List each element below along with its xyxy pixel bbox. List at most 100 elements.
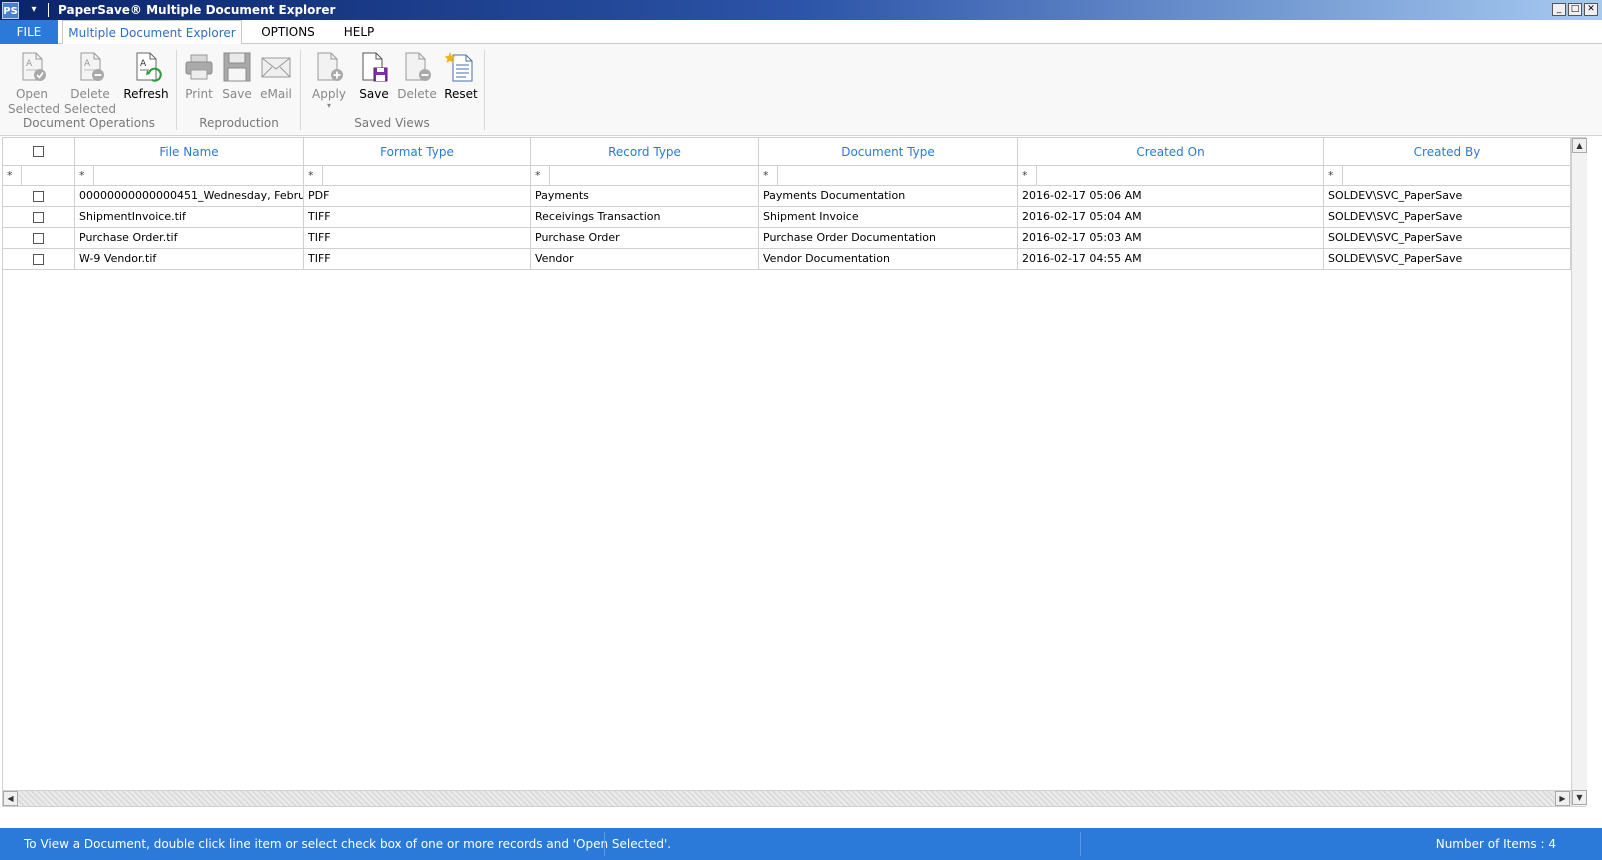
cell-format-type[interactable]: TIFF bbox=[304, 207, 531, 228]
cell-created-on[interactable]: 2016-02-17 04:55 AM bbox=[1018, 249, 1324, 270]
apply-view-label: Apply bbox=[312, 87, 346, 101]
row-checkbox[interactable] bbox=[33, 233, 44, 244]
row-select-cell bbox=[3, 207, 75, 228]
row-checkbox[interactable] bbox=[33, 212, 44, 223]
table-row[interactable]: W-9 Vendor.tif TIFF Vendor Vendor Docume… bbox=[3, 249, 1587, 270]
open-document-icon: A bbox=[22, 52, 46, 81]
filter-file-name-input[interactable] bbox=[93, 166, 303, 185]
cell-document-type[interactable]: Payments Documentation bbox=[759, 186, 1018, 207]
save-reproduction-button[interactable]: Save bbox=[218, 48, 256, 102]
tab-options[interactable]: OPTIONS bbox=[250, 20, 326, 44]
refresh-button[interactable]: A Refresh bbox=[122, 48, 170, 102]
cell-file-name[interactable]: 00000000000000451_Wednesday, February 17 bbox=[75, 186, 304, 207]
save-reproduction-label: Save bbox=[222, 87, 252, 101]
cell-format-type[interactable]: TIFF bbox=[304, 249, 531, 270]
column-header-record-type[interactable]: Record Type bbox=[531, 138, 759, 166]
cell-created-on[interactable]: 2016-02-17 05:06 AM bbox=[1018, 186, 1324, 207]
cell-record-type[interactable]: Receivings Transaction bbox=[531, 207, 759, 228]
row-select-cell bbox=[3, 186, 75, 207]
save-view-icon bbox=[362, 52, 388, 82]
filter-created-on-input[interactable] bbox=[1036, 166, 1323, 185]
cell-record-type[interactable]: Payments bbox=[531, 186, 759, 207]
filter-record-type-input[interactable] bbox=[549, 166, 758, 185]
delete-view-button[interactable]: Delete bbox=[394, 48, 440, 102]
ribbon-tab-bar: FILE Multiple Document Explorer OPTIONS … bbox=[0, 20, 1602, 45]
status-bar: To View a Document, double click line it… bbox=[0, 828, 1602, 860]
scroll-left-icon[interactable]: ◀ bbox=[3, 791, 18, 806]
vertical-scrollbar[interactable]: ▲ ▼ bbox=[1571, 138, 1587, 806]
column-header-created-by[interactable]: Created By bbox=[1324, 138, 1571, 166]
cell-document-type[interactable]: Shipment Invoice bbox=[759, 207, 1018, 228]
cell-file-name[interactable]: W-9 Vendor.tif bbox=[75, 249, 304, 270]
reset-view-button[interactable]: Reset bbox=[440, 48, 482, 102]
save-view-button[interactable]: Save bbox=[354, 48, 394, 102]
cell-created-by[interactable]: SOLDEV\SVC_PaperSave bbox=[1324, 186, 1571, 207]
apply-view-button[interactable]: Apply ▾ bbox=[308, 48, 350, 110]
cell-record-type[interactable]: Vendor bbox=[531, 249, 759, 270]
grid-header-row: File Name Format Type Record Type Docume… bbox=[3, 138, 1587, 166]
cell-created-on[interactable]: 2016-02-17 05:04 AM bbox=[1018, 207, 1324, 228]
column-header-format-type[interactable]: Format Type bbox=[304, 138, 531, 166]
table-row[interactable]: ShipmentInvoice.tif TIFF Receivings Tran… bbox=[3, 207, 1587, 228]
scroll-right-icon[interactable]: ▶ bbox=[1555, 791, 1570, 806]
cell-created-by[interactable]: SOLDEV\SVC_PaperSave bbox=[1324, 228, 1571, 249]
scroll-down-icon[interactable]: ▼ bbox=[1572, 790, 1587, 805]
filter-created-by-input[interactable] bbox=[1342, 166, 1570, 185]
email-button[interactable]: eMail bbox=[255, 48, 297, 102]
select-all-checkbox[interactable] bbox=[33, 146, 44, 157]
cell-file-name[interactable]: Purchase Order.tif bbox=[75, 228, 304, 249]
status-separator bbox=[604, 832, 605, 856]
row-checkbox[interactable] bbox=[33, 191, 44, 202]
tab-file[interactable]: FILE bbox=[0, 20, 58, 44]
apply-dropdown-icon[interactable]: ▾ bbox=[308, 102, 350, 110]
delete-document-icon: A bbox=[80, 52, 104, 81]
column-header-created-on[interactable]: Created On bbox=[1018, 138, 1324, 166]
print-button[interactable]: Print bbox=[180, 48, 218, 102]
group-label-saved-views: Saved Views bbox=[354, 116, 430, 130]
ribbon: A Open Selected A Delete Selected A Refr… bbox=[0, 44, 1602, 136]
minimize-button[interactable]: _ bbox=[1552, 3, 1566, 16]
cell-record-type[interactable]: Purchase Order bbox=[531, 228, 759, 249]
print-label: Print bbox=[185, 87, 213, 101]
column-header-file-name[interactable]: File Name bbox=[75, 138, 304, 166]
reset-view-label: Reset bbox=[444, 87, 478, 101]
filter-document-type-input[interactable] bbox=[777, 166, 1017, 185]
cell-created-on[interactable]: 2016-02-17 05:03 AM bbox=[1018, 228, 1324, 249]
filter-star-icon: * bbox=[7, 169, 13, 182]
filter-cell-format-type: * bbox=[304, 166, 531, 186]
tab-multiple-document-explorer[interactable]: Multiple Document Explorer bbox=[62, 20, 242, 45]
filter-star-icon: * bbox=[1328, 169, 1334, 182]
delete-view-icon bbox=[405, 52, 431, 81]
cell-document-type[interactable]: Vendor Documentation bbox=[759, 249, 1018, 270]
filter-star-icon: * bbox=[535, 169, 541, 182]
maximize-button[interactable]: □ bbox=[1568, 3, 1582, 16]
filter-star-icon: * bbox=[1022, 169, 1028, 182]
open-selected-label-line1: Open bbox=[15, 87, 49, 101]
cell-format-type[interactable]: TIFF bbox=[304, 228, 531, 249]
select-all-header bbox=[3, 138, 75, 166]
cell-format-type[interactable]: PDF bbox=[304, 186, 531, 207]
row-checkbox[interactable] bbox=[33, 254, 44, 265]
delete-selected-button[interactable]: A Delete Selected bbox=[64, 48, 116, 117]
filter-cell-file-name: * bbox=[75, 166, 304, 186]
table-row[interactable]: Purchase Order.tif TIFF Purchase Order P… bbox=[3, 228, 1587, 249]
cell-created-by[interactable]: SOLDEV\SVC_PaperSave bbox=[1324, 207, 1571, 228]
tab-help[interactable]: HELP bbox=[332, 20, 386, 44]
filter-cell-created-on: * bbox=[1018, 166, 1324, 186]
cell-created-by[interactable]: SOLDEV\SVC_PaperSave bbox=[1324, 249, 1571, 270]
quick-access-dropdown-icon[interactable]: ▾ bbox=[26, 2, 42, 17]
table-row[interactable]: 00000000000000451_Wednesday, February 17… bbox=[3, 186, 1587, 207]
title-bar: PS ▾ PaperSave® Multiple Document Explor… bbox=[0, 0, 1602, 20]
cell-document-type[interactable]: Purchase Order Documentation bbox=[759, 228, 1018, 249]
window-title: PaperSave® Multiple Document Explorer bbox=[58, 3, 336, 17]
scroll-up-icon[interactable]: ▲ bbox=[1572, 138, 1587, 153]
close-button[interactable]: ✕ bbox=[1584, 3, 1598, 16]
row-select-cell bbox=[3, 228, 75, 249]
filter-select-input[interactable] bbox=[21, 166, 74, 185]
open-selected-button[interactable]: A Open Selected bbox=[8, 48, 60, 117]
column-header-document-type[interactable]: Document Type bbox=[759, 138, 1018, 166]
horizontal-scrollbar[interactable]: ◀ ▶ bbox=[3, 790, 1571, 806]
filter-format-type-input[interactable] bbox=[322, 166, 530, 185]
grid-filter-row: * * * * * * * bbox=[3, 166, 1587, 186]
cell-file-name[interactable]: ShipmentInvoice.tif bbox=[75, 207, 304, 228]
